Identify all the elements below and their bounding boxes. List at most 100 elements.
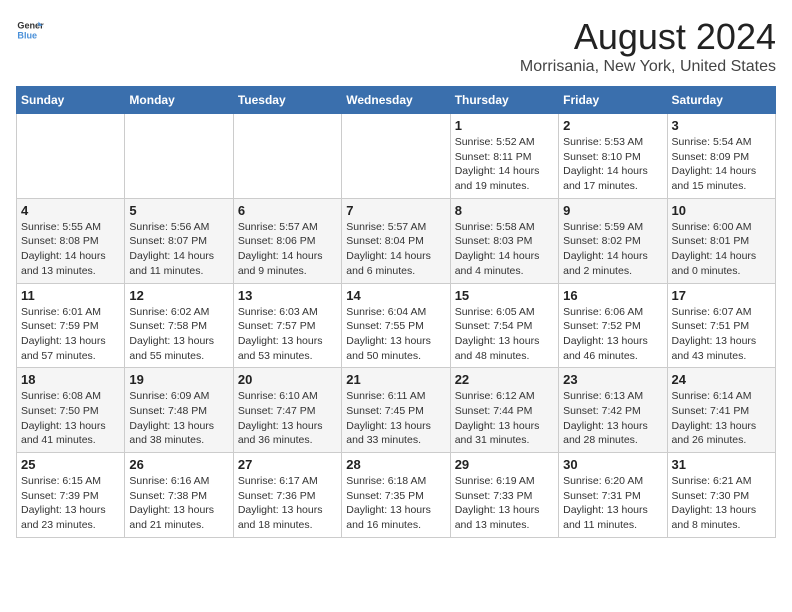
day-number: 20 bbox=[238, 372, 337, 387]
logo: General Blue bbox=[16, 16, 44, 44]
day-number: 21 bbox=[346, 372, 445, 387]
day-info: Sunrise: 6:00 AM Sunset: 8:01 PM Dayligh… bbox=[672, 220, 771, 279]
calendar-cell: 18Sunrise: 6:08 AM Sunset: 7:50 PM Dayli… bbox=[17, 368, 125, 453]
day-info: Sunrise: 6:17 AM Sunset: 7:36 PM Dayligh… bbox=[238, 474, 337, 533]
day-number: 1 bbox=[455, 118, 554, 133]
day-of-week-header: Wednesday bbox=[342, 87, 450, 114]
day-number: 8 bbox=[455, 203, 554, 218]
day-info: Sunrise: 5:52 AM Sunset: 8:11 PM Dayligh… bbox=[455, 135, 554, 194]
calendar-cell: 12Sunrise: 6:02 AM Sunset: 7:58 PM Dayli… bbox=[125, 283, 233, 368]
day-info: Sunrise: 5:58 AM Sunset: 8:03 PM Dayligh… bbox=[455, 220, 554, 279]
day-info: Sunrise: 6:11 AM Sunset: 7:45 PM Dayligh… bbox=[346, 389, 445, 448]
day-number: 15 bbox=[455, 288, 554, 303]
calendar-cell: 1 Sunrise: 5:52 AM Sunset: 8:11 PM Daylig… bbox=[450, 114, 558, 199]
title-area: August 2024 Morrisania, New York, United… bbox=[520, 16, 776, 76]
day-of-week-header: Thursday bbox=[450, 87, 558, 114]
day-info: Sunrise: 5:55 AM Sunset: 8:08 PM Dayligh… bbox=[21, 220, 120, 279]
calendar-cell: 9 Sunrise: 5:59 AM Sunset: 8:02 PM Daylig… bbox=[559, 198, 667, 283]
day-number: 26 bbox=[129, 457, 228, 472]
day-number: 17 bbox=[672, 288, 771, 303]
calendar-cell bbox=[233, 114, 341, 199]
day-info: Sunrise: 5:59 AM Sunset: 8:02 PM Dayligh… bbox=[563, 220, 662, 279]
day-info: Sunrise: 6:02 AM Sunset: 7:58 PM Dayligh… bbox=[129, 305, 228, 364]
day-number: 13 bbox=[238, 288, 337, 303]
calendar-cell: 26 Sunrise: 6:16 AM Sunset: 7:38 PM Dayli… bbox=[125, 453, 233, 538]
calendar-cell: 6 Sunrise: 5:57 AM Sunset: 8:06 PM Daylig… bbox=[233, 198, 341, 283]
day-info: Sunrise: 6:03 AM Sunset: 7:57 PM Dayligh… bbox=[238, 305, 337, 364]
calendar-week-row: 18Sunrise: 6:08 AM Sunset: 7:50 PM Dayli… bbox=[17, 368, 776, 453]
day-number: 16 bbox=[563, 288, 662, 303]
day-info: Sunrise: 6:13 AM Sunset: 7:42 PM Dayligh… bbox=[563, 389, 662, 448]
day-number: 23 bbox=[563, 372, 662, 387]
calendar-cell: 24 Sunrise: 6:14 AM Sunset: 7:41 PM Dayli… bbox=[667, 368, 775, 453]
calendar-cell: 30 Sunrise: 6:20 AM Sunset: 7:31 PM Dayli… bbox=[559, 453, 667, 538]
day-number: 7 bbox=[346, 203, 445, 218]
day-number: 4 bbox=[21, 203, 120, 218]
calendar-cell: 3 Sunrise: 5:54 AM Sunset: 8:09 PM Daylig… bbox=[667, 114, 775, 199]
calendar-cell: 10Sunrise: 6:00 AM Sunset: 8:01 PM Dayli… bbox=[667, 198, 775, 283]
day-info: Sunrise: 6:15 AM Sunset: 7:39 PM Dayligh… bbox=[21, 474, 120, 533]
calendar-cell: 11 Sunrise: 6:01 AM Sunset: 7:59 PM Dayli… bbox=[17, 283, 125, 368]
day-number: 3 bbox=[672, 118, 771, 133]
calendar-cell: 27 Sunrise: 6:17 AM Sunset: 7:36 PM Dayli… bbox=[233, 453, 341, 538]
day-info: Sunrise: 6:04 AM Sunset: 7:55 PM Dayligh… bbox=[346, 305, 445, 364]
day-number: 24 bbox=[672, 372, 771, 387]
calendar-cell: 5 Sunrise: 5:56 AM Sunset: 8:07 PM Daylig… bbox=[125, 198, 233, 283]
day-number: 5 bbox=[129, 203, 228, 218]
logo-icon: General Blue bbox=[16, 16, 44, 44]
day-number: 11 bbox=[21, 288, 120, 303]
calendar-cell: 19 Sunrise: 6:09 AM Sunset: 7:48 PM Dayli… bbox=[125, 368, 233, 453]
page-header: General Blue August 2024 Morrisania, New… bbox=[16, 16, 776, 76]
calendar-cell: 14 Sunrise: 6:04 AM Sunset: 7:55 PM Dayli… bbox=[342, 283, 450, 368]
day-number: 28 bbox=[346, 457, 445, 472]
day-info: Sunrise: 5:56 AM Sunset: 8:07 PM Dayligh… bbox=[129, 220, 228, 279]
calendar-cell: 25 Sunrise: 6:15 AM Sunset: 7:39 PM Dayli… bbox=[17, 453, 125, 538]
header-row: SundayMondayTuesdayWednesdayThursdayFrid… bbox=[17, 87, 776, 114]
day-number: 2 bbox=[563, 118, 662, 133]
calendar-cell bbox=[125, 114, 233, 199]
day-info: Sunrise: 6:18 AM Sunset: 7:35 PM Dayligh… bbox=[346, 474, 445, 533]
day-of-week-header: Sunday bbox=[17, 87, 125, 114]
calendar-week-row: 1 Sunrise: 5:52 AM Sunset: 8:11 PM Daylig… bbox=[17, 114, 776, 199]
page-title: August 2024 bbox=[520, 16, 776, 58]
calendar-cell: 8 Sunrise: 5:58 AM Sunset: 8:03 PM Daylig… bbox=[450, 198, 558, 283]
day-info: Sunrise: 5:54 AM Sunset: 8:09 PM Dayligh… bbox=[672, 135, 771, 194]
calendar-cell: 23 Sunrise: 6:13 AM Sunset: 7:42 PM Dayli… bbox=[559, 368, 667, 453]
day-info: Sunrise: 5:53 AM Sunset: 8:10 PM Dayligh… bbox=[563, 135, 662, 194]
day-number: 9 bbox=[563, 203, 662, 218]
calendar-week-row: 25 Sunrise: 6:15 AM Sunset: 7:39 PM Dayli… bbox=[17, 453, 776, 538]
calendar-cell bbox=[17, 114, 125, 199]
day-info: Sunrise: 6:19 AM Sunset: 7:33 PM Dayligh… bbox=[455, 474, 554, 533]
calendar-cell: 29Sunrise: 6:19 AM Sunset: 7:33 PM Dayli… bbox=[450, 453, 558, 538]
day-number: 30 bbox=[563, 457, 662, 472]
day-info: Sunrise: 6:16 AM Sunset: 7:38 PM Dayligh… bbox=[129, 474, 228, 533]
svg-text:Blue: Blue bbox=[17, 30, 37, 40]
day-info: Sunrise: 6:09 AM Sunset: 7:48 PM Dayligh… bbox=[129, 389, 228, 448]
calendar-cell: 7Sunrise: 5:57 AM Sunset: 8:04 PM Daylig… bbox=[342, 198, 450, 283]
day-number: 19 bbox=[129, 372, 228, 387]
day-number: 25 bbox=[21, 457, 120, 472]
day-number: 27 bbox=[238, 457, 337, 472]
calendar-week-row: 4 Sunrise: 5:55 AM Sunset: 8:08 PM Daylig… bbox=[17, 198, 776, 283]
day-info: Sunrise: 6:14 AM Sunset: 7:41 PM Dayligh… bbox=[672, 389, 771, 448]
calendar-week-row: 11 Sunrise: 6:01 AM Sunset: 7:59 PM Dayli… bbox=[17, 283, 776, 368]
day-info: Sunrise: 6:08 AM Sunset: 7:50 PM Dayligh… bbox=[21, 389, 120, 448]
calendar-cell: 17 Sunrise: 6:07 AM Sunset: 7:51 PM Dayli… bbox=[667, 283, 775, 368]
day-number: 6 bbox=[238, 203, 337, 218]
calendar-cell: 28 Sunrise: 6:18 AM Sunset: 7:35 PM Dayli… bbox=[342, 453, 450, 538]
calendar-table: SundayMondayTuesdayWednesdayThursdayFrid… bbox=[16, 86, 776, 538]
calendar-cell: 4 Sunrise: 5:55 AM Sunset: 8:08 PM Daylig… bbox=[17, 198, 125, 283]
day-number: 14 bbox=[346, 288, 445, 303]
day-info: Sunrise: 6:01 AM Sunset: 7:59 PM Dayligh… bbox=[21, 305, 120, 364]
page-subtitle: Morrisania, New York, United States bbox=[520, 58, 776, 76]
calendar-cell: 13 Sunrise: 6:03 AM Sunset: 7:57 PM Dayli… bbox=[233, 283, 341, 368]
day-info: Sunrise: 6:07 AM Sunset: 7:51 PM Dayligh… bbox=[672, 305, 771, 364]
day-number: 31 bbox=[672, 457, 771, 472]
day-number: 22 bbox=[455, 372, 554, 387]
calendar-cell: 21 Sunrise: 6:11 AM Sunset: 7:45 PM Dayli… bbox=[342, 368, 450, 453]
day-info: Sunrise: 5:57 AM Sunset: 8:06 PM Dayligh… bbox=[238, 220, 337, 279]
calendar-cell: 15Sunrise: 6:05 AM Sunset: 7:54 PM Dayli… bbox=[450, 283, 558, 368]
day-info: Sunrise: 6:20 AM Sunset: 7:31 PM Dayligh… bbox=[563, 474, 662, 533]
day-of-week-header: Saturday bbox=[667, 87, 775, 114]
day-of-week-header: Monday bbox=[125, 87, 233, 114]
